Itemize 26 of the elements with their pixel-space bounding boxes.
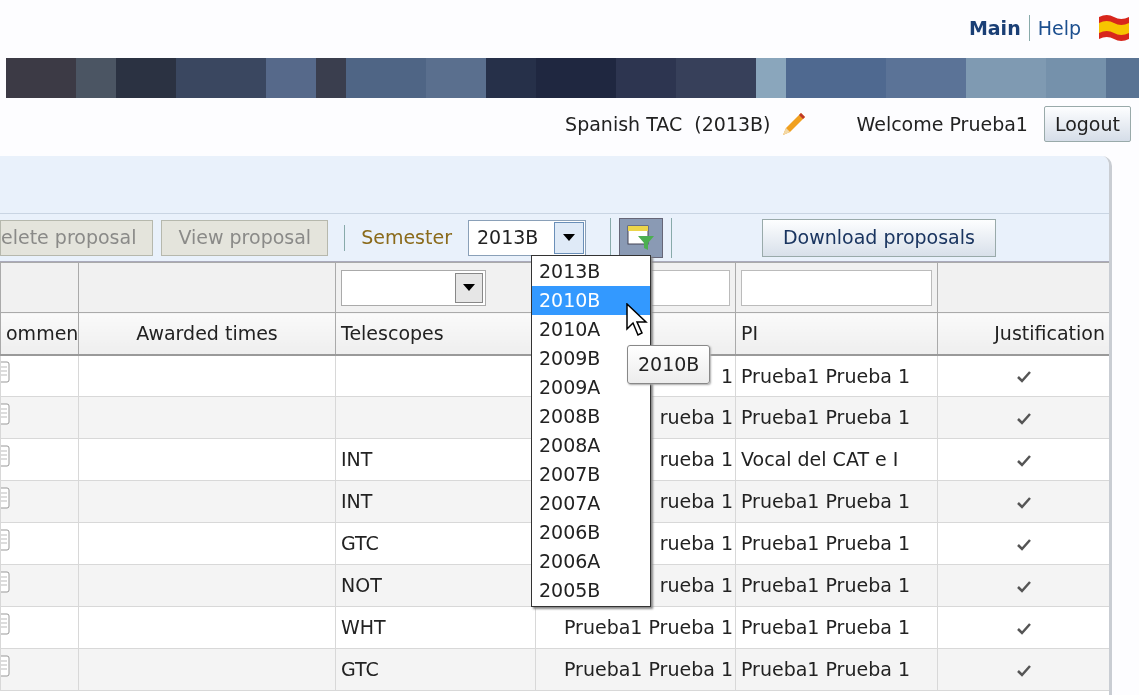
table-cell: Prueba1 Prueba 1 (741, 616, 910, 639)
table-cell: 1 (720, 364, 733, 387)
table-cell: rueba 1 (659, 490, 733, 513)
table-cell: rueba 1 (659, 574, 733, 597)
table-cell: GTC (341, 658, 379, 681)
table-cell: INT (341, 490, 373, 513)
table-cell: GTC (341, 532, 379, 555)
table-cell: Prueba1 Prueba 1 (741, 364, 910, 387)
table-cell: WHT (341, 616, 386, 639)
table-cell: Vocal del CAT e I (741, 448, 899, 471)
table-cell: Prueba1 Prueba 1 (741, 532, 910, 555)
table-cell: INT (341, 448, 373, 471)
table-cell: rueba 1 (659, 406, 733, 429)
table-cell: rueba 1 (659, 532, 733, 555)
table-cell: NOT (341, 574, 382, 597)
table-cell: Prueba1 Prueba 1 (564, 616, 733, 639)
semester-label: Semester (361, 225, 452, 251)
table-cell: Prueba1 Prueba 1 (741, 658, 910, 681)
table-cell: rueba 1 (659, 448, 733, 471)
table-cell: Prueba1 Prueba 1 (741, 490, 910, 513)
table-cell: Prueba1 Prueba 1 (741, 406, 910, 429)
welcome-text: Welcome Prueba1 (856, 111, 1028, 137)
table-cell: Prueba1 Prueba 1 (564, 658, 733, 681)
tooltip: 2010B (627, 345, 711, 384)
app-title: Spanish TAC (2013B) (565, 111, 771, 137)
table-cell: Prueba1 Prueba 1 (741, 574, 910, 597)
